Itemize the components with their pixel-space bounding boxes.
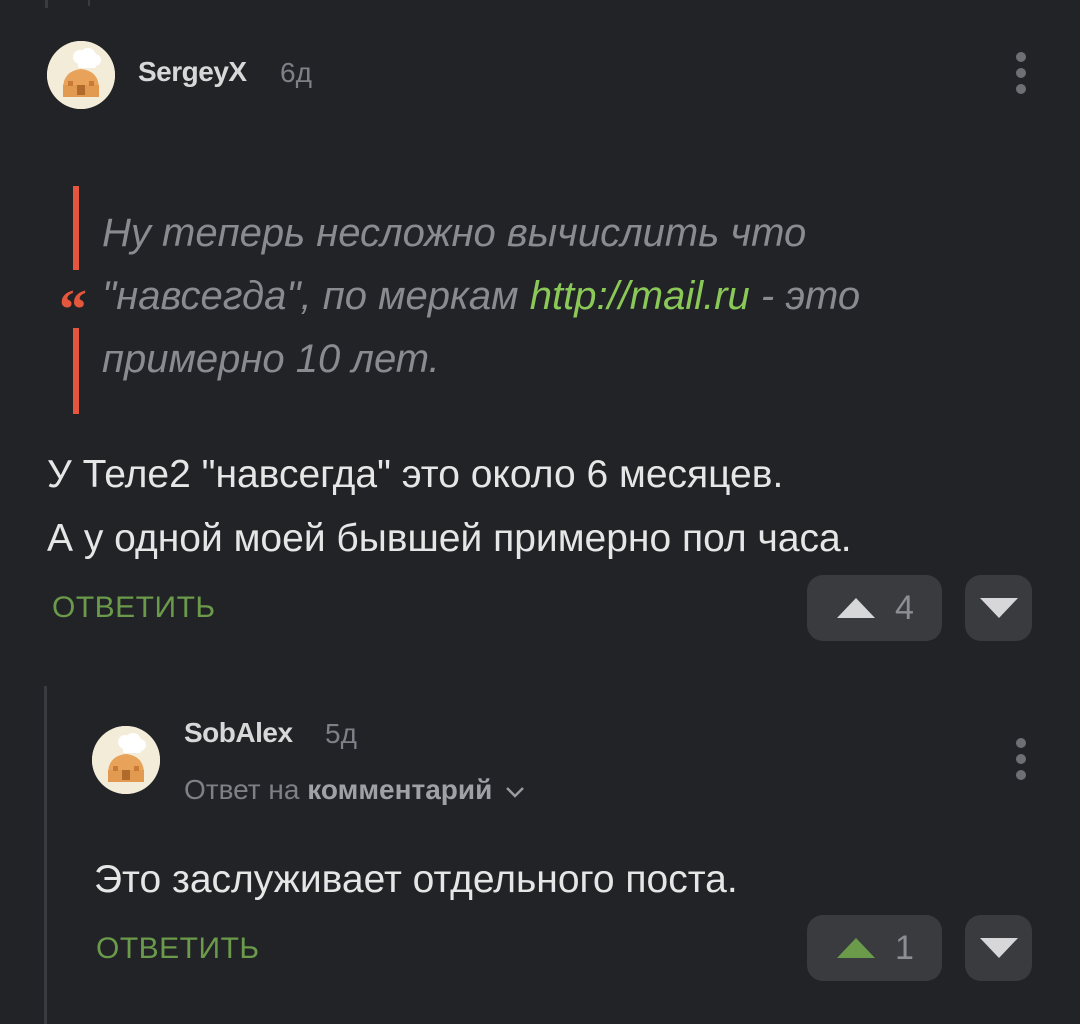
rating-count: 1 bbox=[895, 928, 914, 967]
rating-count: 4 bbox=[895, 588, 914, 627]
comment-username[interactable]: SergeyX bbox=[138, 56, 247, 88]
quote-bar-top bbox=[73, 186, 79, 270]
avatar[interactable] bbox=[47, 41, 115, 109]
triangle-up-icon bbox=[837, 598, 876, 618]
quote-bar-bottom bbox=[73, 328, 79, 414]
comment-text-line-2: А у одной моей бывшей примерно пол часа. bbox=[47, 517, 852, 560]
quote-link[interactable]: http://mail.ru bbox=[530, 274, 750, 318]
downvote-button[interactable] bbox=[965, 915, 1032, 981]
chevron-down-icon bbox=[506, 786, 524, 798]
triangle-down-icon bbox=[979, 938, 1018, 958]
comment-quote: Ну теперь несложно вычислить что "навсег… bbox=[102, 202, 1002, 391]
reply-to-target: комментарий bbox=[307, 774, 493, 805]
kebab-menu-icon[interactable] bbox=[1011, 52, 1031, 96]
thread-line-top-secondary bbox=[88, 0, 90, 6]
comment-time: 5д bbox=[325, 718, 357, 749]
reply-to-link[interactable]: Ответ на комментарий bbox=[184, 774, 526, 806]
kebab-menu-icon[interactable] bbox=[1011, 738, 1031, 782]
downvote-button[interactable] bbox=[965, 575, 1032, 641]
thread-line-top bbox=[45, 0, 48, 8]
comment-text-line-1: У Теле2 "навсегда" это около 6 месяцев. bbox=[47, 453, 784, 496]
chef-hat-house-avatar-icon bbox=[92, 726, 160, 794]
reply-button[interactable]: ОТВЕТИТЬ bbox=[52, 591, 216, 625]
comment-username[interactable]: SobAlex bbox=[184, 717, 293, 749]
reply-to-prefix: Ответ на bbox=[184, 774, 300, 805]
comment-text: Это заслуживает отдельного поста. bbox=[94, 858, 738, 901]
upvote-button[interactable]: 1 bbox=[807, 915, 942, 981]
triangle-down-icon bbox=[979, 598, 1018, 618]
comment-time: 6д bbox=[280, 57, 312, 88]
thread-line[interactable] bbox=[44, 686, 47, 1024]
avatar[interactable] bbox=[92, 726, 160, 794]
triangle-up-icon bbox=[837, 938, 876, 958]
reply-button[interactable]: ОТВЕТИТЬ bbox=[96, 932, 260, 966]
chef-hat-house-avatar-icon bbox=[47, 41, 115, 109]
upvote-button[interactable]: 4 bbox=[807, 575, 942, 641]
